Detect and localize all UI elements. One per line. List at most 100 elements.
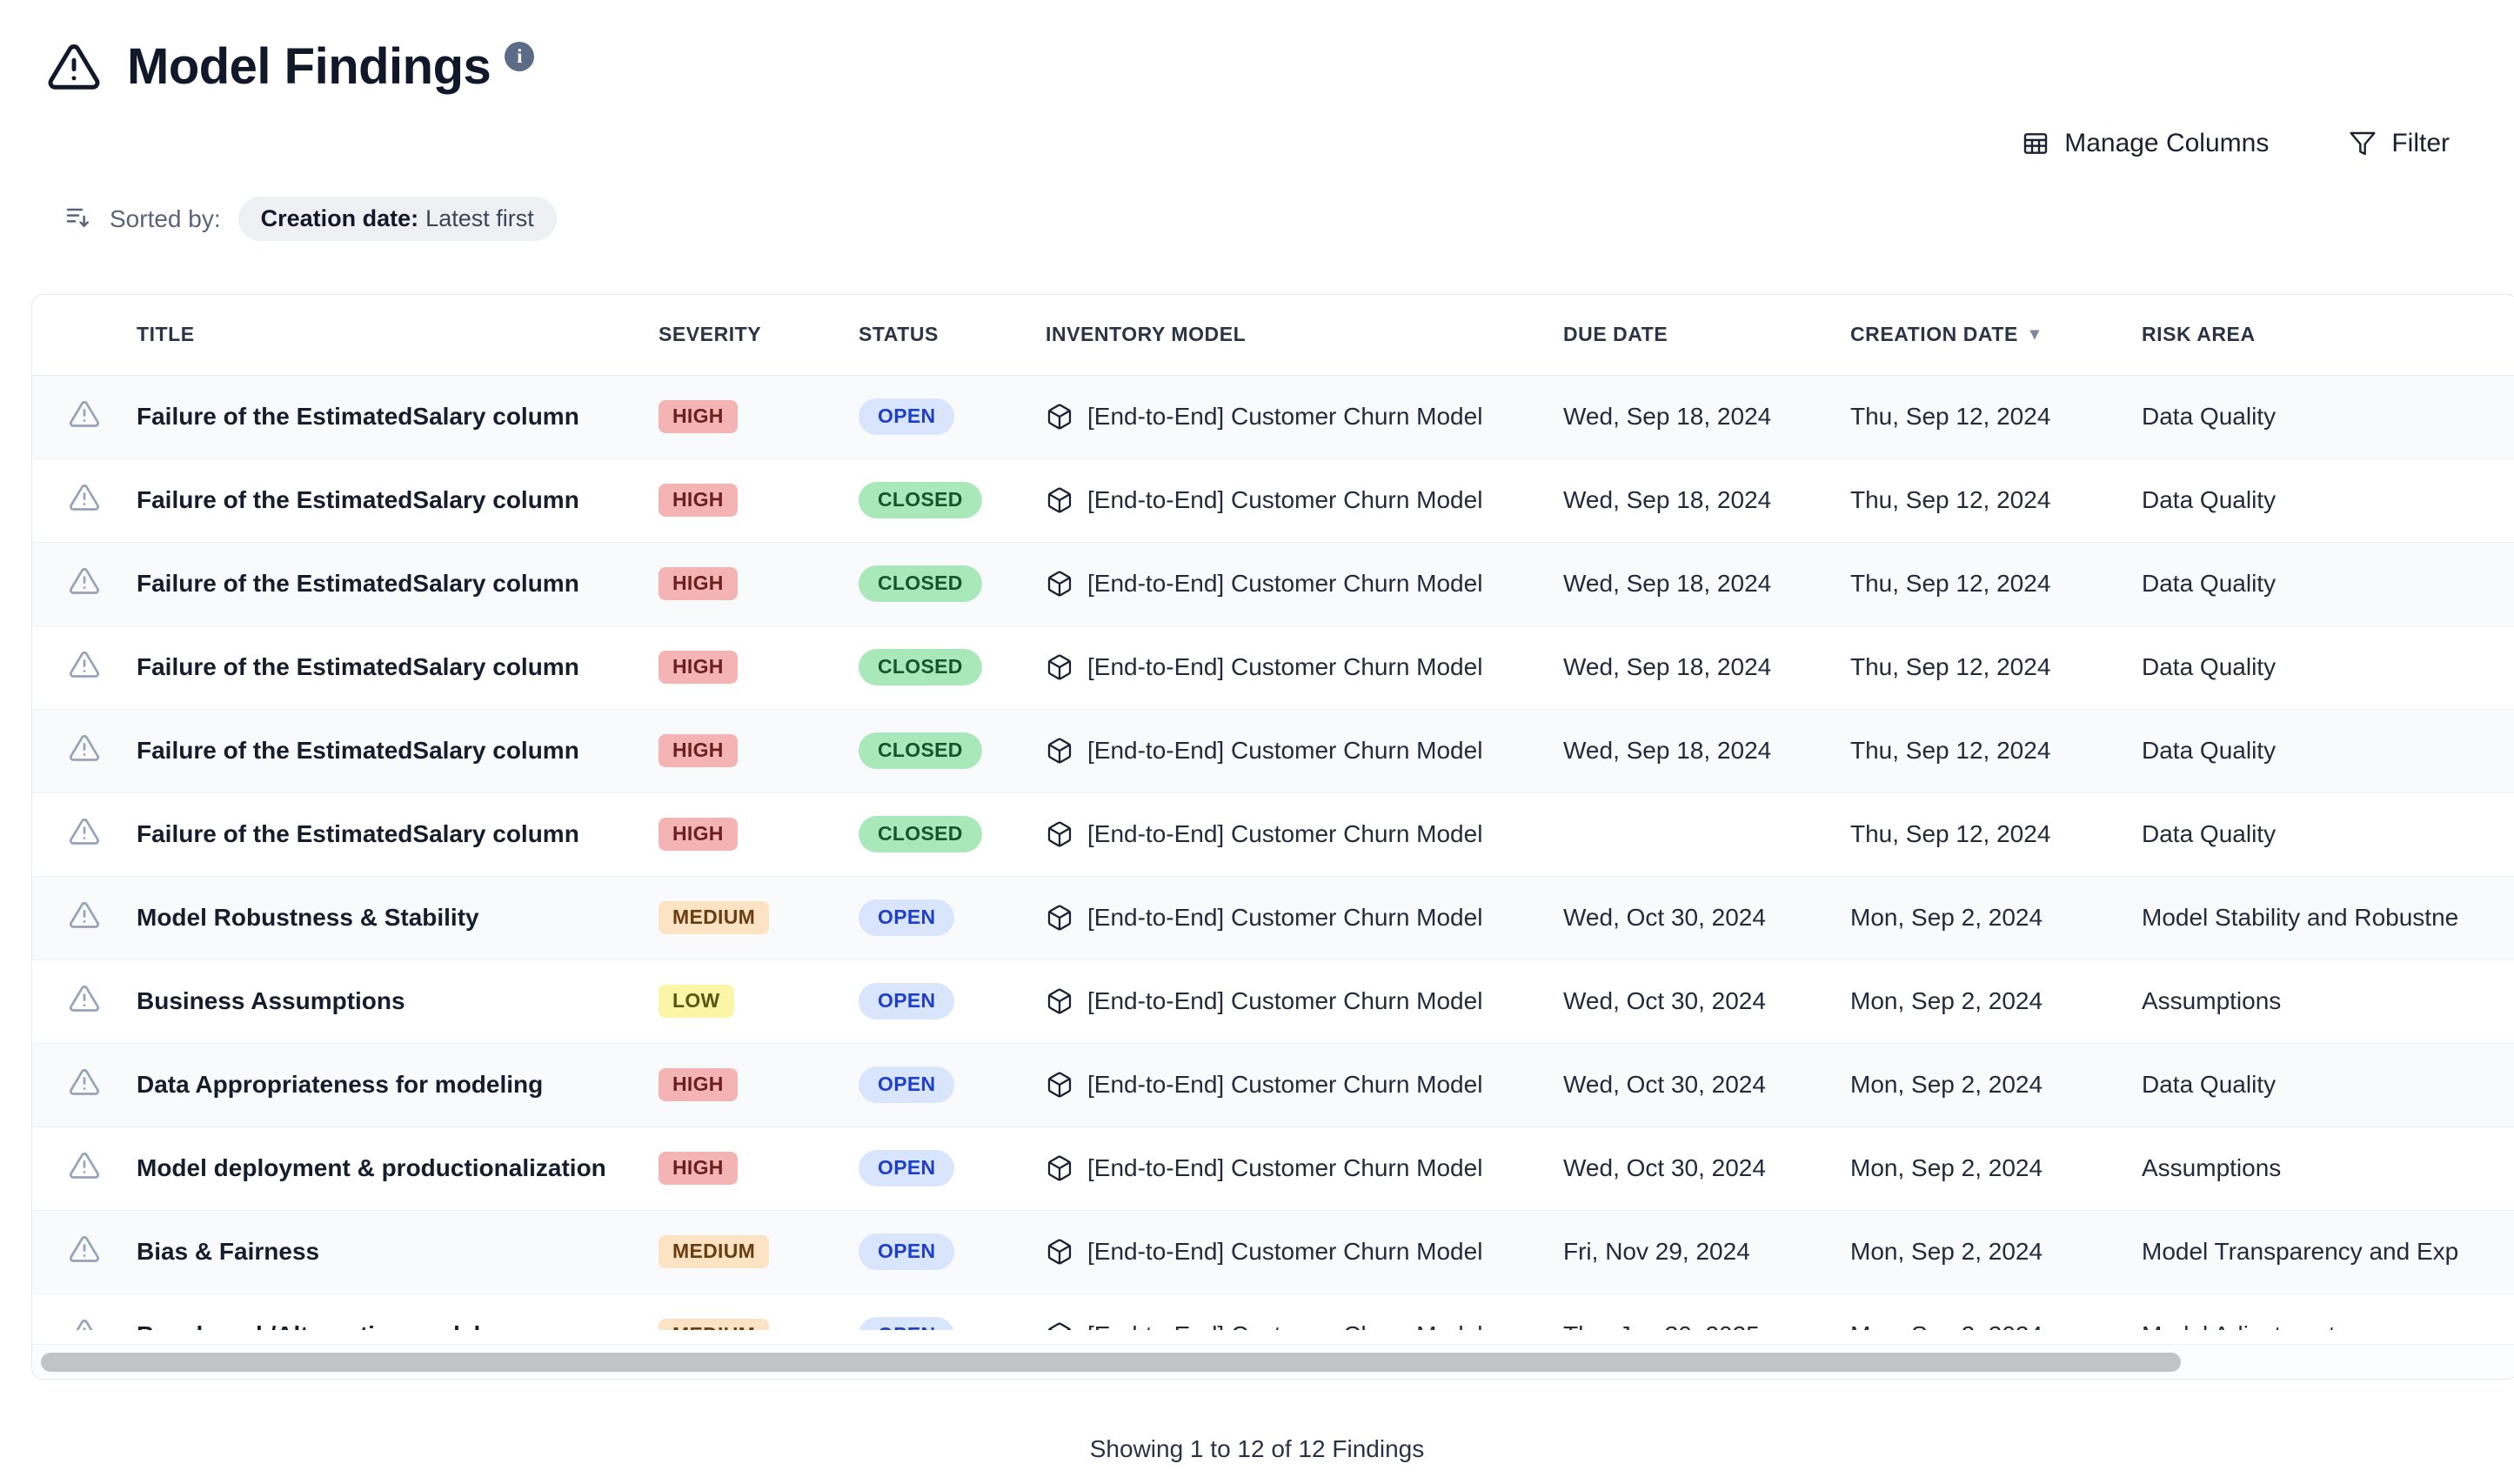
cell-risk-area: Data Quality bbox=[2142, 792, 2514, 876]
table-row[interactable]: Business AssumptionsLOWOPEN[End-to-End] … bbox=[32, 959, 2514, 1043]
cell-inventory-model[interactable]: [End-to-End] Customer Churn Model bbox=[1046, 375, 1563, 458]
cell-inventory-model[interactable]: [End-to-End] Customer Churn Model bbox=[1046, 1043, 1563, 1126]
manage-columns-button[interactable]: Manage Columns bbox=[2020, 124, 2270, 164]
finding-title: Failure of the EstimatedSalary column bbox=[137, 570, 579, 597]
status-badge: OPEN bbox=[859, 1066, 954, 1103]
inventory-model-name: [End-to-End] Customer Churn Model bbox=[1087, 737, 1482, 765]
findings-table-head: TITLE SEVERITY STATUS INVENTORY MODEL DU… bbox=[32, 295, 2514, 375]
cell-inventory-model[interactable]: [End-to-End] Customer Churn Model bbox=[1046, 542, 1563, 625]
table-row[interactable]: Failure of the EstimatedSalary columnHIG… bbox=[32, 625, 2514, 709]
column-header-creation-date[interactable]: CREATION DATE▾ bbox=[1850, 295, 2142, 375]
sort-chip[interactable]: Creation date: Latest first bbox=[238, 197, 557, 241]
cell-creation-date: Thu, Sep 12, 2024 bbox=[1850, 375, 2142, 458]
status-badge: CLOSED bbox=[859, 649, 982, 685]
cell-creation-date: Mon, Sep 2, 2024 bbox=[1850, 1043, 2142, 1126]
table-row[interactable]: Failure of the EstimatedSalary columnHIG… bbox=[32, 542, 2514, 625]
horizontal-scrollbar-thumb[interactable] bbox=[41, 1353, 2181, 1372]
sort-chip-field: Creation date: bbox=[261, 205, 419, 232]
table-row[interactable]: Failure of the EstimatedSalary columnHIG… bbox=[32, 792, 2514, 876]
cell-title[interactable]: Benchmark/Alternative models bbox=[137, 1293, 659, 1330]
sort-chip-value: Latest first bbox=[425, 205, 534, 232]
table-row[interactable]: Data Appropriateness for modelingHIGH OPE… bbox=[32, 1043, 2514, 1126]
inventory-model-name: [End-to-End] Customer Churn Model bbox=[1087, 904, 1482, 932]
warning-triangle-icon bbox=[68, 398, 101, 430]
filter-button[interactable]: Filter bbox=[2347, 124, 2451, 164]
cell-creation-date: Thu, Sep 12, 2024 bbox=[1850, 792, 2142, 876]
cell-severity: HIGH bbox=[659, 1126, 859, 1210]
manage-columns-label: Manage Columns bbox=[2064, 129, 2269, 158]
cell-inventory-model[interactable]: [End-to-End] Customer Churn Model bbox=[1046, 709, 1563, 792]
filter-label: Filter bbox=[2391, 129, 2450, 158]
cell-inventory-model[interactable]: [End-to-End] Customer Churn Model bbox=[1046, 625, 1563, 709]
risk-area: Data Quality bbox=[2142, 820, 2276, 847]
cell-inventory-model[interactable]: [End-to-End] Customer Churn Model bbox=[1046, 1210, 1563, 1293]
column-header-risk-area[interactable]: RISK AREA bbox=[2142, 295, 2514, 375]
severity-badge: HIGH bbox=[659, 1068, 738, 1101]
cell-title[interactable]: Failure of the EstimatedSalary column bbox=[137, 375, 659, 458]
table-row[interactable]: Model deployment & productionalizationHI… bbox=[32, 1126, 2514, 1210]
cell-due-date: Wed, Oct 30, 2024 bbox=[1563, 959, 1850, 1043]
column-header-title[interactable]: TITLE bbox=[137, 295, 659, 375]
cell-inventory-model[interactable]: [End-to-End] Customer Churn Model bbox=[1046, 458, 1563, 542]
creation-date: Thu, Sep 12, 2024 bbox=[1850, 653, 2050, 680]
finding-title: Failure of the EstimatedSalary column bbox=[137, 486, 579, 513]
table-row[interactable]: Failure of the EstimatedSalary columnHIG… bbox=[32, 458, 2514, 542]
cell-title[interactable]: Data Appropriateness for modeling bbox=[137, 1043, 659, 1126]
creation-date: Thu, Sep 12, 2024 bbox=[1850, 403, 2050, 430]
cell-inventory-model[interactable]: [End-to-End] Customer Churn Model bbox=[1046, 792, 1563, 876]
creation-date: Thu, Sep 12, 2024 bbox=[1850, 820, 2050, 847]
column-header-severity[interactable]: SEVERITY bbox=[659, 295, 859, 375]
cell-title[interactable]: Model deployment & productionalization bbox=[137, 1126, 659, 1210]
finding-title: Model Robustness & Stability bbox=[137, 904, 479, 931]
status-badge: OPEN bbox=[859, 1233, 954, 1270]
severity-badge: HIGH bbox=[659, 818, 738, 851]
cell-status: CLOSED bbox=[859, 542, 1046, 625]
chevron-down-icon: ▾ bbox=[2030, 324, 2040, 344]
table-row[interactable]: Bias & FairnessMEDIUMOPEN[End-to-End] Cu… bbox=[32, 1210, 2514, 1293]
cell-inventory-model[interactable]: [End-to-End] Customer Churn Model bbox=[1046, 876, 1563, 959]
cell-due-date: Wed, Sep 18, 2024 bbox=[1563, 542, 1850, 625]
status-badge: OPEN bbox=[859, 1317, 954, 1330]
findings-table-scroll: TITLE SEVERITY STATUS INVENTORY MODEL DU… bbox=[32, 295, 2514, 1330]
cell-title[interactable]: Failure of the EstimatedSalary column bbox=[137, 709, 659, 792]
table-row[interactable]: Model Robustness & StabilityMEDIUMOPEN[E… bbox=[32, 876, 2514, 959]
due-date: Wed, Oct 30, 2024 bbox=[1563, 987, 1766, 1014]
due-date: Wed, Sep 18, 2024 bbox=[1563, 486, 1771, 513]
warning-triangle-icon bbox=[68, 1066, 101, 1098]
table-row[interactable]: Failure of the EstimatedSalary column HIG… bbox=[32, 709, 2514, 792]
cell-risk-area: Data Quality bbox=[2142, 1043, 2514, 1126]
table-row[interactable]: Benchmark/Alternative modelsMEDIUMOPEN [E… bbox=[32, 1293, 2514, 1330]
horizontal-scrollbar[interactable] bbox=[32, 1344, 2514, 1379]
column-header-inventory-model[interactable]: INVENTORY MODEL bbox=[1046, 295, 1563, 375]
cube-icon bbox=[1046, 485, 1073, 515]
cell-due-date: Wed, Sep 18, 2024 bbox=[1563, 709, 1850, 792]
cell-title[interactable]: Failure of the EstimatedSalary column bbox=[137, 458, 659, 542]
info-icon[interactable]: i bbox=[505, 42, 534, 71]
risk-area: Data Quality bbox=[2142, 653, 2276, 680]
cell-title[interactable]: Model Robustness & Stability bbox=[137, 876, 659, 959]
cell-creation-date: Thu, Sep 12, 2024 bbox=[1850, 625, 2142, 709]
risk-area: Data Quality bbox=[2142, 403, 2276, 430]
cell-title[interactable]: Bias & Fairness bbox=[137, 1210, 659, 1293]
cell-severity: MEDIUM bbox=[659, 1293, 859, 1330]
cell-title[interactable]: Failure of the EstimatedSalary column bbox=[137, 792, 659, 876]
due-date: Wed, Oct 30, 2024 bbox=[1563, 1071, 1766, 1098]
warning-triangle-icon bbox=[68, 1233, 101, 1265]
severity-badge: HIGH bbox=[659, 734, 738, 767]
table-row[interactable]: Failure of the EstimatedSalary columnHIG… bbox=[32, 375, 2514, 458]
cell-inventory-model[interactable]: [End-to-End] Customer Churn Model bbox=[1046, 1126, 1563, 1210]
cube-icon bbox=[1046, 1237, 1073, 1267]
cell-title[interactable]: Failure of the EstimatedSalary column bbox=[137, 542, 659, 625]
cell-title[interactable]: Business Assumptions bbox=[137, 959, 659, 1043]
due-date: Wed, Sep 18, 2024 bbox=[1563, 737, 1771, 764]
cell-title[interactable]: Failure of the EstimatedSalary column bbox=[137, 625, 659, 709]
column-header-status[interactable]: STATUS bbox=[859, 295, 1046, 375]
cell-inventory-model[interactable]: [End-to-End] Customer Churn Model bbox=[1046, 959, 1563, 1043]
inventory-model-name: [End-to-End] Customer Churn Model bbox=[1087, 987, 1482, 1015]
column-header-due-date[interactable]: DUE DATE bbox=[1563, 295, 1850, 375]
cell-inventory-model[interactable]: [End-to-End] Customer Churn Model bbox=[1046, 1293, 1563, 1330]
warning-triangle-icon bbox=[68, 482, 101, 513]
due-date: Wed, Oct 30, 2024 bbox=[1563, 904, 1766, 931]
finding-title: Failure of the EstimatedSalary column bbox=[137, 737, 579, 764]
sort-descending-icon bbox=[64, 203, 92, 235]
